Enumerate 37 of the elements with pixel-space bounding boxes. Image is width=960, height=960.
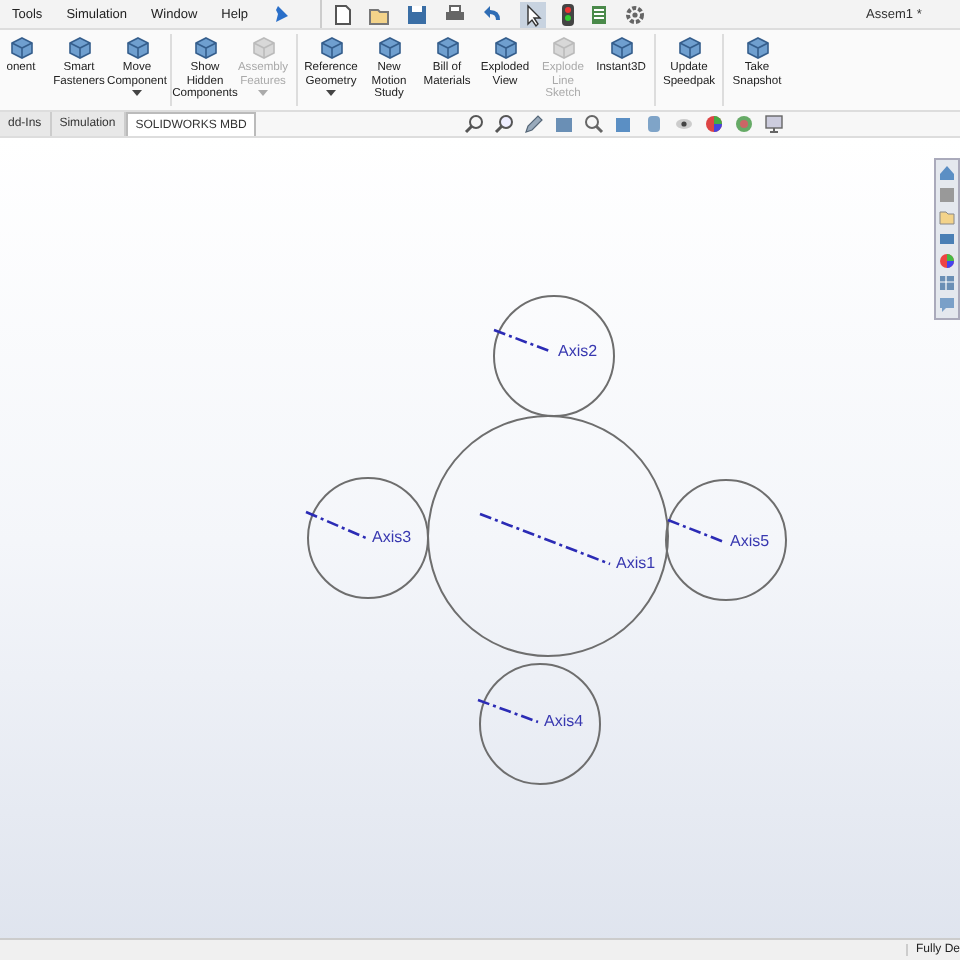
undo-icon[interactable]: [482, 3, 505, 25]
new-document-icon[interactable]: [334, 3, 353, 25]
traffic-light-icon[interactable]: [562, 3, 575, 25]
list-icon[interactable]: [590, 3, 609, 25]
home-icon[interactable]: [938, 164, 956, 182]
circle-edge[interactable]: [493, 295, 615, 417]
axis-label: Axis3: [372, 528, 412, 546]
circle-edge[interactable]: [307, 477, 429, 599]
printer-icon[interactable]: [444, 3, 467, 25]
caret-icon: [258, 90, 268, 97]
color-wheel-icon[interactable]: [938, 252, 956, 270]
image-icon[interactable]: [938, 230, 956, 248]
settings-icon[interactable]: [624, 3, 647, 25]
axis-line[interactable]: [305, 510, 367, 540]
open-folder-icon[interactable]: [368, 3, 391, 25]
axis-label: Axis1: [616, 554, 656, 572]
axis-line[interactable]: [667, 518, 725, 544]
circle-edge[interactable]: [665, 479, 787, 601]
search-icon[interactable]: [464, 114, 485, 134]
color-sphere-icon[interactable]: [704, 114, 725, 134]
caret-icon: [132, 90, 142, 97]
circle-edge[interactable]: [479, 663, 601, 785]
magnifier-icon[interactable]: [584, 114, 605, 134]
axis-label: Axis4: [544, 712, 584, 730]
axis-label: Axis5: [730, 532, 770, 550]
axis-label: Axis2: [558, 342, 598, 360]
axis-line[interactable]: [493, 328, 553, 354]
eye-icon[interactable]: [674, 114, 695, 134]
circle-edge[interactable]: [427, 415, 669, 657]
zoom-area-icon[interactable]: [494, 114, 515, 134]
scene-icon[interactable]: [734, 114, 755, 134]
monitor-icon[interactable]: [764, 114, 785, 134]
axis-line[interactable]: [477, 698, 539, 724]
table-icon[interactable]: [938, 274, 956, 292]
save-icon[interactable]: [406, 3, 429, 25]
axis-line[interactable]: [479, 512, 611, 566]
caret-icon: [326, 90, 336, 97]
